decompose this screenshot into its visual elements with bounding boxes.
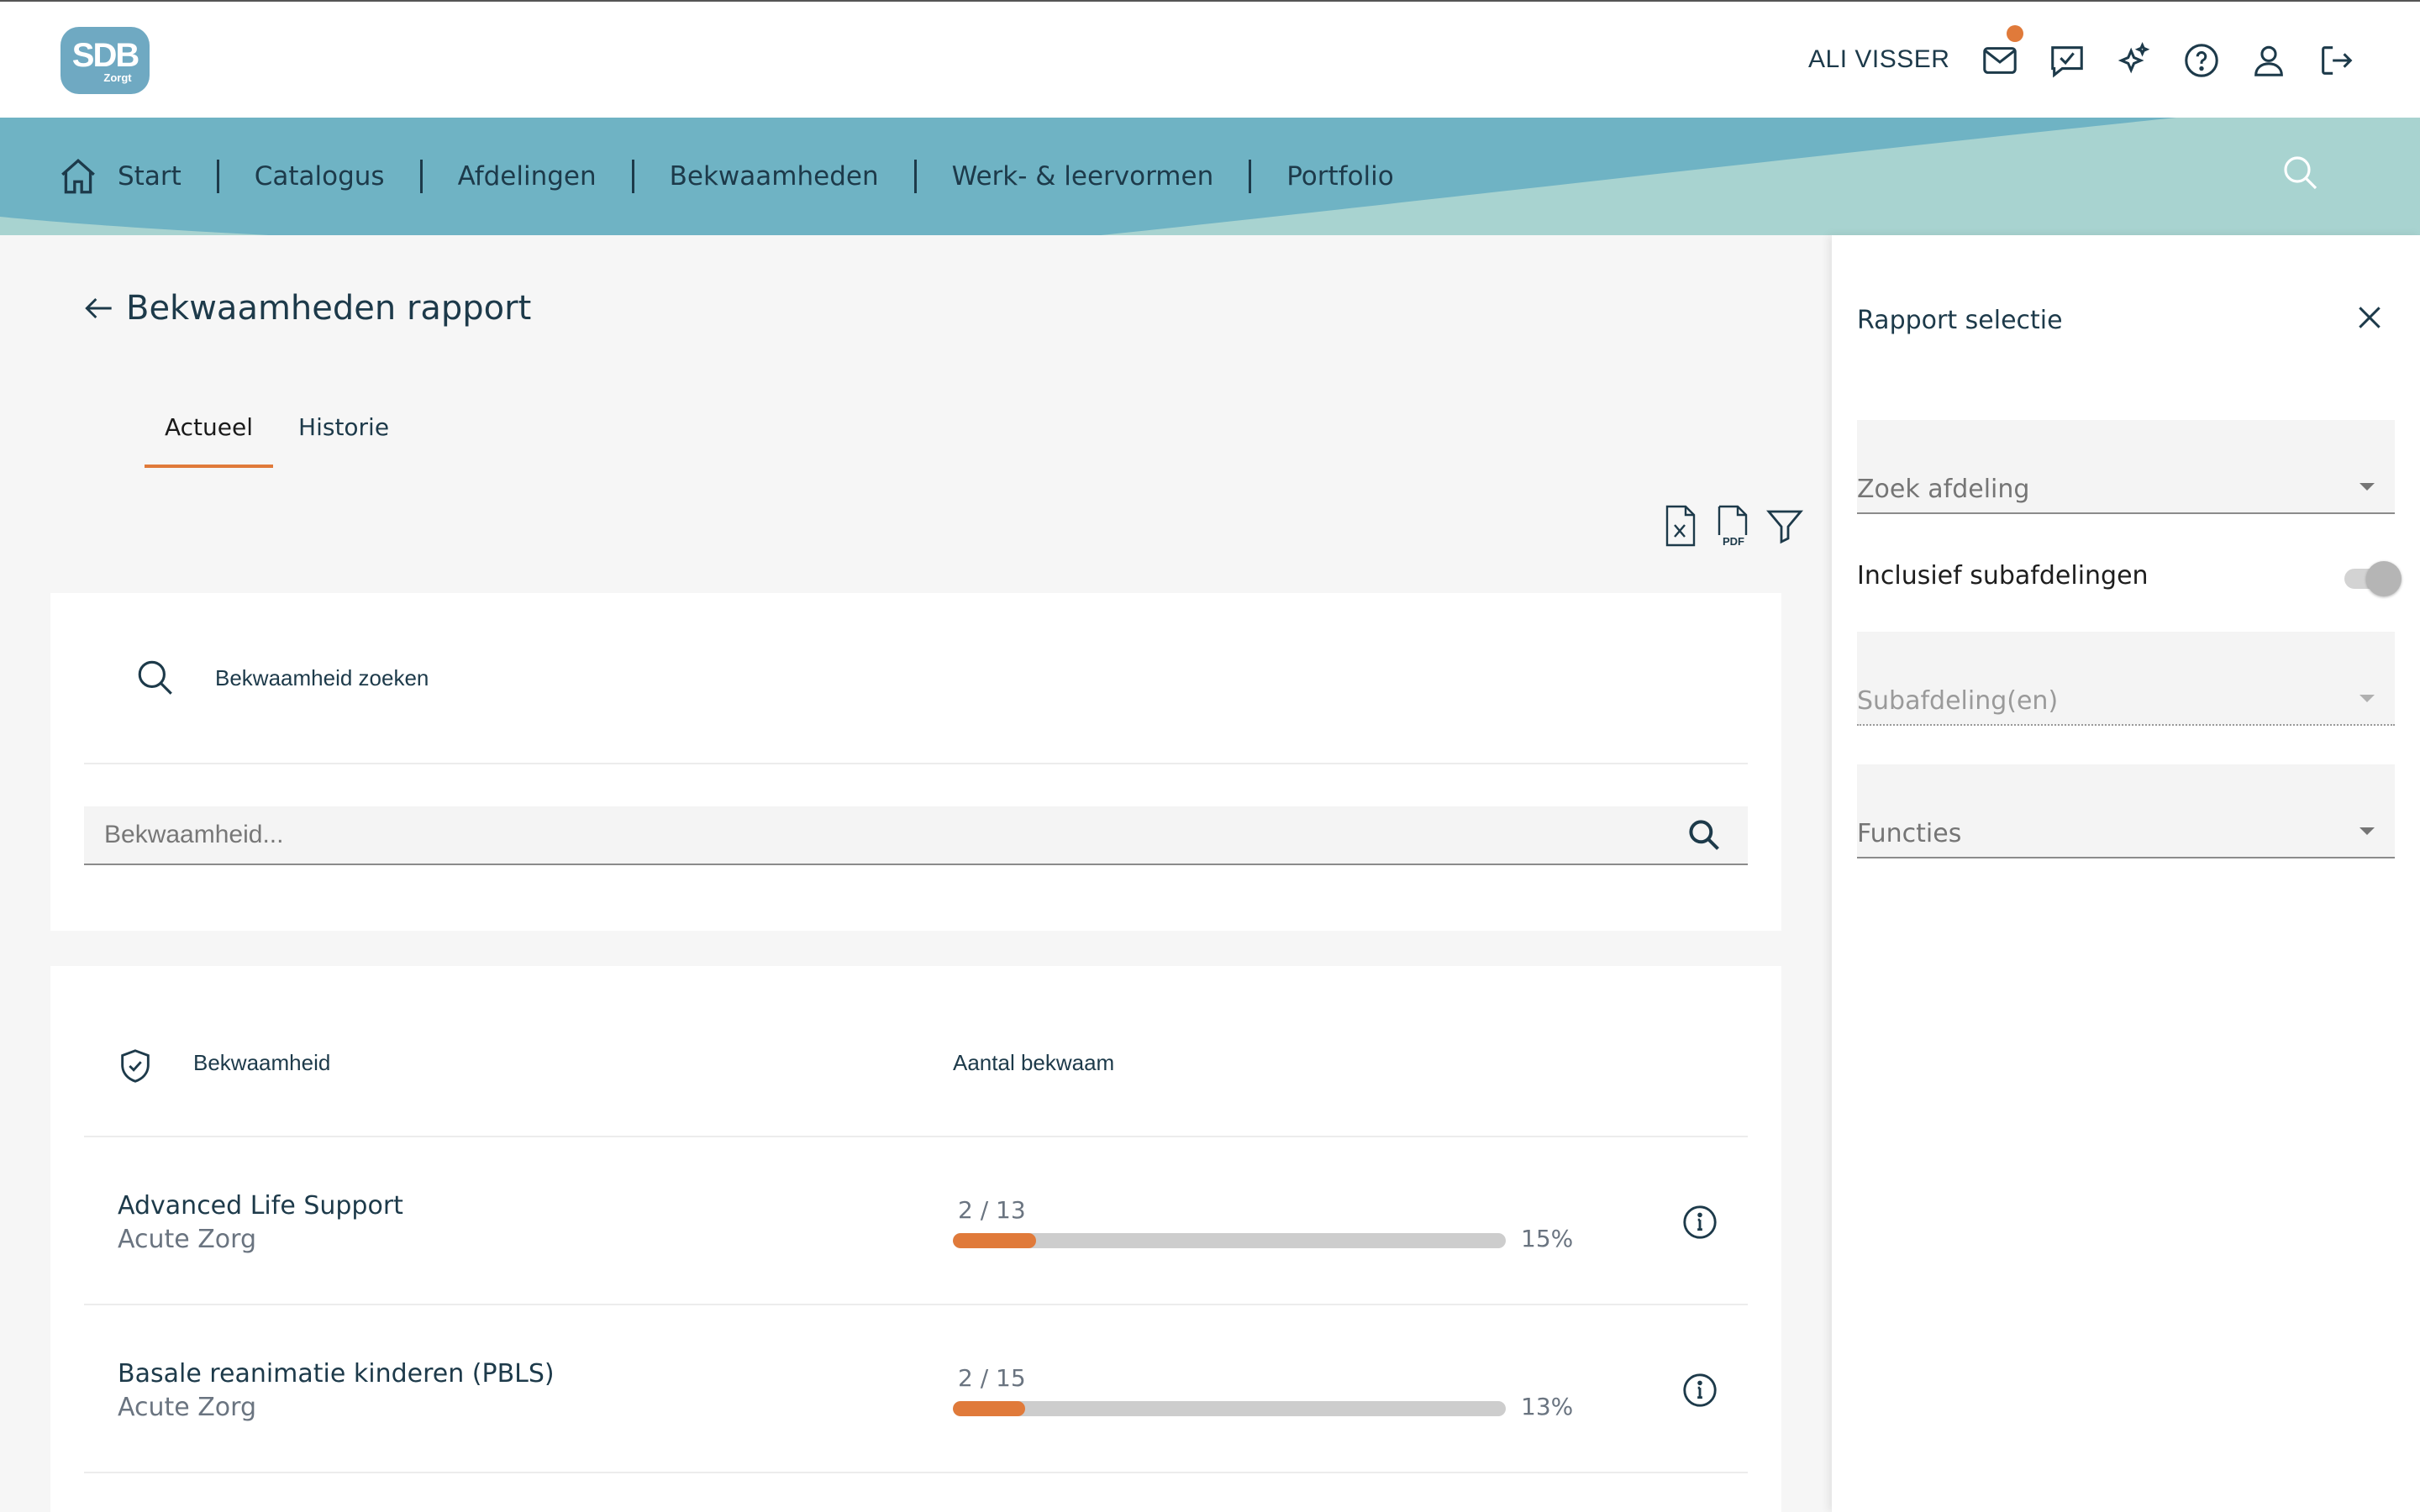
subdepartment-select-label: Subafdeling(en)	[1857, 686, 2059, 716]
department-select-label: Zoek afdeling	[1857, 475, 2030, 504]
include-subdepartments-row: Inclusief subafdelingen	[1857, 554, 2402, 596]
search-heading-icon-wrap	[118, 657, 193, 699]
page-header: Bekwaamheden rapport	[81, 289, 531, 328]
search-icon	[138, 660, 172, 695]
nav-item-catalogus[interactable]: Catalogus	[255, 161, 385, 192]
chevron-down-icon	[2360, 827, 2375, 835]
tab-historie[interactable]: Historie	[278, 395, 409, 468]
main-navigation: Start Catalogus Afdelingen Bekwaamheden …	[0, 118, 2420, 235]
nav-label-werk-leervormen: Werk- & leervormen	[951, 161, 1214, 192]
column-header-count: Aantal bekwaam	[953, 1050, 1115, 1075]
export-toolbar: PDF	[1660, 502, 1805, 549]
row-count: 2 / 13	[958, 1196, 1026, 1224]
nav-item-afdelingen[interactable]: Afdelingen	[458, 161, 597, 192]
panel-title: Rapport selectie	[1857, 306, 2063, 335]
progress-bar	[953, 1401, 1506, 1416]
department-select[interactable]: Zoek afdeling	[1857, 420, 2395, 514]
chat-check-icon[interactable]	[2045, 39, 2089, 82]
row-count: 2 / 15	[958, 1364, 1026, 1392]
home-icon	[61, 159, 95, 194]
nav-separator	[216, 160, 219, 193]
search-heading: Bekwaamheid zoeken	[215, 664, 429, 690]
page-title: Bekwaamheden rapport	[126, 289, 532, 328]
include-subdepartments-toggle[interactable]	[2344, 561, 2407, 596]
row-subtitle: Acute Zorg	[118, 1225, 257, 1254]
user-icon[interactable]	[2247, 39, 2291, 82]
nav-separator	[419, 160, 423, 193]
tab-bar: Actueel Historie	[145, 395, 409, 468]
functions-select-label: Functies	[1857, 819, 1962, 848]
pdf-export-icon[interactable]: PDF	[1712, 502, 1753, 549]
include-subdepartments-label: Inclusief subafdelingen	[1857, 561, 2149, 591]
sdb-logo[interactable]: SDB Zorgt	[60, 27, 150, 94]
table-row[interactable]: Basale reanimatie kinderen (PBLS) Acute …	[84, 1305, 1748, 1473]
functions-select[interactable]: Functies	[1857, 764, 2395, 858]
nav-item-start[interactable]: Start	[57, 155, 182, 197]
toggle-knob	[2366, 561, 2402, 596]
progress-bar-fill	[953, 1233, 1036, 1248]
back-arrow-icon[interactable]	[81, 290, 118, 327]
row-subtitle: Acute Zorg	[118, 1393, 257, 1422]
nav-separator	[1249, 160, 1252, 193]
competence-search-input[interactable]	[84, 806, 1686, 864]
nav-label-portfolio: Portfolio	[1286, 161, 1394, 192]
report-selection-panel: Rapport selectie Zoek afdeling Inclusief…	[1832, 235, 2420, 1512]
column-header-competence: Bekwaamheid	[193, 1050, 331, 1075]
table-header: Bekwaamheid Aantal bekwaam	[84, 966, 1748, 1137]
notification-dot	[2007, 25, 2023, 42]
nav-list: Start Catalogus Afdelingen Bekwaamheden …	[57, 151, 1394, 202]
nav-label-afdelingen: Afdelingen	[457, 161, 597, 192]
logo-text: SDB	[71, 36, 139, 74]
tab-actueel[interactable]: Actueel	[145, 395, 274, 468]
nav-label-catalogus: Catalogus	[254, 161, 385, 192]
close-icon[interactable]	[2353, 301, 2386, 334]
row-percent: 15%	[1521, 1225, 1574, 1252]
search-submit-icon[interactable]	[1686, 816, 1723, 853]
logo-subtext: Zorgt	[103, 71, 132, 84]
logout-icon[interactable]	[2314, 39, 2358, 82]
nav-label-start: Start	[118, 161, 182, 192]
subdepartment-select[interactable]: Subafdeling(en)	[1857, 632, 2395, 726]
shield-check-icon	[121, 1049, 150, 1083]
row-title: Basale reanimatie kinderen (PBLS)	[118, 1359, 555, 1389]
svg-text:PDF: PDF	[1723, 535, 1744, 547]
nav-separator	[631, 160, 634, 193]
progress-bar	[953, 1233, 1506, 1248]
help-icon[interactable]	[2180, 39, 2223, 82]
nav-item-bekwaamheden[interactable]: Bekwaamheden	[670, 161, 879, 192]
nav-item-werk-leervormen[interactable]: Werk- & leervormen	[952, 161, 1214, 192]
nav-item-portfolio[interactable]: Portfolio	[1286, 161, 1394, 192]
chevron-down-icon	[2360, 695, 2375, 702]
user-name[interactable]: ALI VISSER	[1808, 45, 1949, 74]
row-title: Advanced Life Support	[118, 1191, 403, 1221]
competence-search-field	[84, 806, 1748, 865]
stars-icon[interactable]	[2112, 39, 2156, 82]
row-percent: 13%	[1521, 1393, 1574, 1420]
nav-label-bekwaamheden: Bekwaamheden	[669, 161, 879, 192]
info-icon[interactable]	[1681, 1203, 1719, 1242]
progress-bar-fill	[953, 1401, 1025, 1416]
chevron-down-icon	[2360, 483, 2375, 491]
nav-separator	[913, 160, 917, 193]
competence-list-card: Bekwaamheid Aantal bekwaam Advanced Life…	[50, 966, 1781, 1512]
table-row[interactable]: Advanced Life Support Acute Zorg 2 / 13 …	[84, 1137, 1748, 1305]
filter-icon[interactable]	[1765, 502, 1805, 549]
search-card: Bekwaamheid zoeken	[50, 593, 1781, 931]
top-bar: SDB Zorgt ALI VISSER	[0, 0, 2420, 118]
mail-icon[interactable]	[1978, 25, 2023, 82]
info-icon[interactable]	[1681, 1371, 1719, 1410]
search-icon[interactable]	[2281, 153, 2321, 193]
search-card-header: Bekwaamheid zoeken	[84, 593, 1748, 764]
excel-export-icon[interactable]	[1660, 502, 1701, 549]
